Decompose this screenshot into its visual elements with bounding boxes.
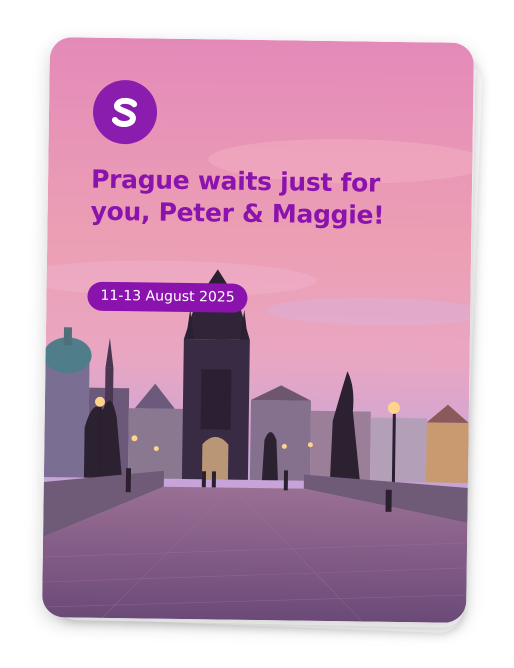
postcard-headline: Prague waits just for you, Peter & Maggi…: [90, 164, 385, 230]
s-letter-icon: [111, 97, 138, 128]
date-badge: 11-13 August 2025: [87, 281, 248, 313]
postcard[interactable]: Prague waits just for you, Peter & Maggi…: [41, 37, 475, 623]
postcard-stack: Prague waits just for you, Peter & Maggi…: [41, 37, 483, 634]
